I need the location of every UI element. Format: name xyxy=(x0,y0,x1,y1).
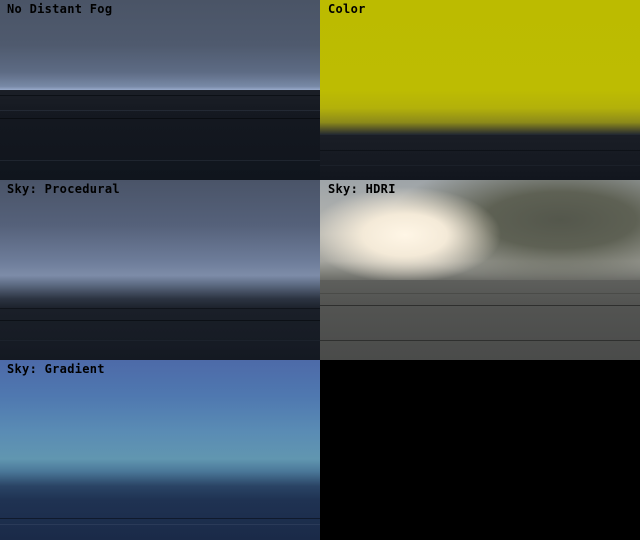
panel-sky-hdri: Sky: HDRI xyxy=(320,180,640,360)
panel-label: Sky: HDRI xyxy=(328,182,396,196)
ground-plane xyxy=(0,90,320,180)
ground-stripe xyxy=(0,118,320,119)
ground-plane xyxy=(320,280,640,360)
panel-label: No Distant Fog xyxy=(7,2,113,16)
sky-backdrop xyxy=(0,360,320,540)
panel-sky-procedural: Sky: Procedural xyxy=(0,180,320,360)
ground-stripe xyxy=(0,340,320,341)
ground-plane xyxy=(320,135,640,180)
panel-color-fog: Color xyxy=(320,0,640,180)
sky-backdrop xyxy=(0,180,320,360)
ground-stripe xyxy=(0,308,320,309)
panel-empty xyxy=(320,360,640,540)
panel-label: Sky: Gradient xyxy=(7,362,105,376)
panel-label: Color xyxy=(328,2,366,16)
panel-sky-gradient: Sky: Gradient xyxy=(0,360,320,540)
panel-no-distant-fog: No Distant Fog xyxy=(0,0,320,180)
ground-stripe xyxy=(0,524,320,525)
ground-stripe xyxy=(320,150,640,151)
ground-stripe xyxy=(0,320,320,321)
ground-stripe xyxy=(0,160,320,161)
fog-comparison-grid: No Distant Fog Color Sky: Procedural Sky… xyxy=(0,0,640,540)
ground-edge-line xyxy=(0,95,320,96)
ground-stripe xyxy=(320,165,640,166)
panel-label: Sky: Procedural xyxy=(7,182,120,196)
ground-stripe xyxy=(0,110,320,111)
ground-stripe xyxy=(0,518,320,519)
ground-stripe xyxy=(320,340,640,341)
ground-stripe xyxy=(320,293,640,294)
ground-stripe xyxy=(320,305,640,306)
